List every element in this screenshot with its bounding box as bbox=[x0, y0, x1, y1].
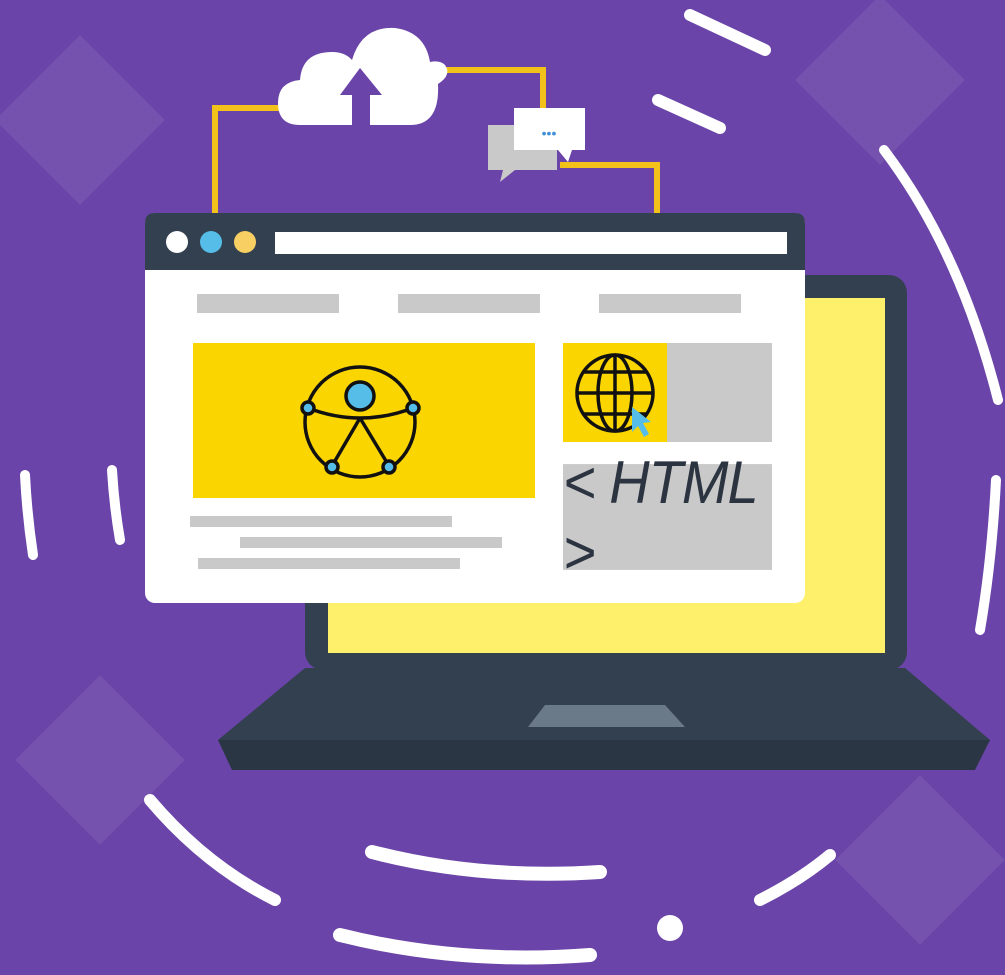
cloud-upload-icon bbox=[278, 27, 448, 126]
nav-placeholder bbox=[398, 294, 540, 313]
arc-dash bbox=[975, 475, 1001, 635]
nav-placeholder bbox=[599, 294, 741, 313]
address-bar bbox=[275, 232, 787, 254]
decorative-dot bbox=[657, 915, 683, 941]
chat-dots: ••• bbox=[542, 125, 557, 141]
arc-dash bbox=[684, 9, 771, 56]
wire-right bbox=[560, 162, 660, 215]
html-code-card: < HTML > bbox=[563, 448, 772, 586]
text-line-placeholder bbox=[198, 558, 460, 569]
laptop-base-front bbox=[218, 740, 990, 770]
illustration-canvas: ••• < HTML > bbox=[0, 0, 1005, 975]
arc-dash bbox=[365, 845, 607, 881]
text-line-placeholder bbox=[240, 537, 502, 548]
window-dot-yellow bbox=[234, 231, 256, 253]
arc-dash bbox=[754, 849, 836, 906]
laptop-base-top bbox=[218, 668, 990, 740]
window-dot-blue bbox=[200, 231, 222, 253]
wire-left bbox=[212, 105, 290, 215]
arc-dash bbox=[20, 470, 38, 560]
window-dot-white bbox=[166, 231, 188, 253]
arc-dash bbox=[333, 928, 597, 965]
arc-dash bbox=[144, 794, 281, 906]
illustration-svg: ••• bbox=[20, 9, 1003, 965]
arc-dash bbox=[107, 465, 125, 545]
arc-dash bbox=[652, 94, 726, 134]
nav-placeholder bbox=[197, 294, 339, 313]
laptop-trackpad bbox=[528, 705, 685, 727]
chat-bubbles-icon: ••• bbox=[488, 108, 585, 182]
text-line-placeholder bbox=[190, 516, 452, 527]
